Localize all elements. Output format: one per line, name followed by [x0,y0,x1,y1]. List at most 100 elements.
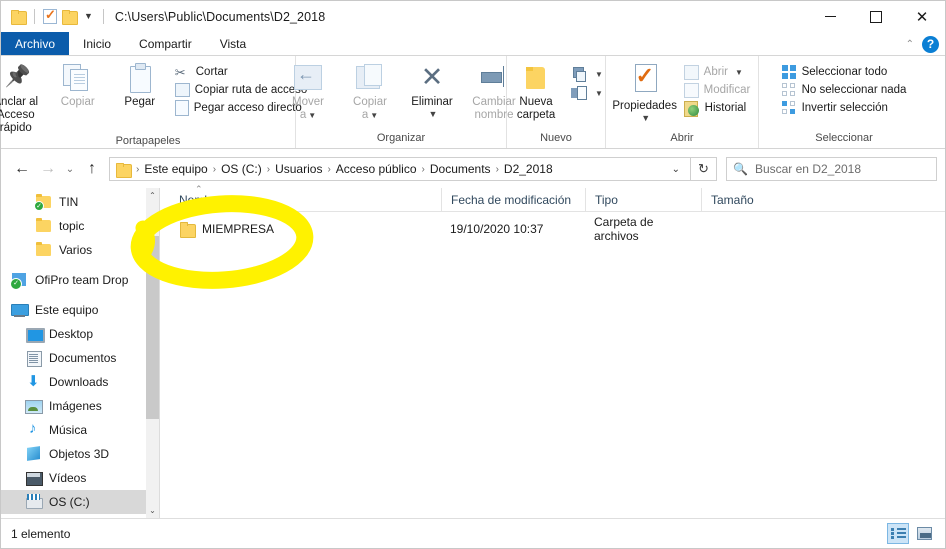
tab-archivo[interactable]: Archivo [1,32,69,56]
pictures-icon [25,398,42,414]
details-view-icon [891,527,906,540]
scroll-down-icon[interactable]: ⌄ [146,503,159,518]
sidebar-item-topic[interactable]: topic [1,214,160,238]
sidebar-item-downloads[interactable]: Downloads [1,370,160,394]
folder-icon [35,242,52,258]
new-folder-icon[interactable] [62,10,77,23]
sidebar-item-este-equipo[interactable]: Este equipo [1,298,160,322]
navigation-scrollbar[interactable]: ⌃ ⌄ [146,188,159,518]
pin-to-quick-access-button[interactable]: Anclar al Acceso rápido [0,60,47,135]
tab-compartir[interactable]: Compartir [125,32,206,56]
button-label: Modificar [704,84,751,96]
ribbon-group-abrir: Propiedades ▼ Abrir ▼ Modificar [606,56,759,148]
easy-access-button[interactable]: ▼ [567,84,607,103]
sidebar-item-varios[interactable]: Varios [1,238,160,262]
scrollbar-thumb[interactable] [146,236,159,419]
recent-locations-button[interactable]: ⌄ [61,156,79,182]
breadcrumb-separator: › [134,164,141,175]
chevron-down-icon[interactable]: ▼ [308,111,316,120]
maximize-button[interactable] [853,1,899,32]
breadcrumb[interactable]: › Este equipo › OS (C:) › Usuarios › Acc… [109,157,691,181]
breadcrumb-item-usuarios[interactable]: Usuarios [272,162,325,176]
sidebar-item-objetos-3d[interactable]: Objetos 3D [1,442,160,466]
column-header-tamano[interactable]: Tamaño [701,188,785,212]
copy-button[interactable]: Copiar [47,60,109,109]
folder-icon [35,218,52,234]
sidebar-item-ofipro-team-drop[interactable]: OfiPro team Drop [1,268,160,292]
up-button[interactable]: ↑ [79,156,105,182]
breadcrumb-item-este-equipo[interactable]: Este equipo [141,162,210,176]
select-all-button[interactable]: Seleccionar todo [778,63,911,81]
group-label-organizar: Organizar [301,132,501,148]
refresh-button[interactable]: ↻ [691,157,717,181]
chevron-down-icon[interactable]: ▼ [735,68,743,77]
navigation-pane: ✓ TIN topic Varios OfiPro team Drop Este… [1,188,160,518]
properties-button[interactable]: Propiedades ▼ [610,60,680,123]
file-name-cell[interactable]: MIEMPRESA [160,216,441,242]
column-header-nombre[interactable]: ⌃ Nombre [160,188,441,212]
button-label: Nueva [519,96,552,109]
chevron-down-icon[interactable]: ▼ [595,89,603,98]
button-label: No seleccionar nada [802,84,907,96]
breadcrumb-separator: › [325,164,332,175]
sidebar-item-documentos[interactable]: Documentos [1,346,160,370]
edit-button[interactable]: Modificar [680,81,755,99]
chevron-down-icon[interactable]: ▼ [595,70,603,79]
file-date-cell: 19/10/2020 10:37 [441,216,585,242]
forward-button[interactable]: → [35,156,61,182]
item-count-label: 1 elemento [11,527,70,541]
chevron-down-icon[interactable]: ▼ [429,109,438,119]
button-label: a [362,109,368,121]
sidebar-item-tin[interactable]: ✓ TIN [1,190,160,214]
group-label-seleccionar: Seleccionar [764,132,924,148]
chevron-up-icon[interactable]: ⌃ [906,39,914,50]
chevron-down-icon[interactable]: ▼ [82,12,95,21]
chevron-down-icon[interactable]: ⌄ [664,164,688,175]
sidebar-item-videos[interactable]: Vídeos [1,466,160,490]
large-icons-view-button[interactable] [913,523,935,544]
history-button[interactable]: Historial [680,99,755,117]
sidebar-item-label: Vídeos [49,471,86,485]
select-none-button[interactable]: No seleccionar nada [778,81,911,99]
properties-icon[interactable] [43,9,57,24]
sidebar-item-label: Varios [59,243,92,257]
column-header-fecha[interactable]: Fecha de modificación [441,188,585,212]
open-button[interactable]: Abrir ▼ [680,63,755,81]
sidebar-item-desktop[interactable]: Desktop [1,322,160,346]
breadcrumb-item-documents[interactable]: Documents [427,162,494,176]
new-item-button[interactable]: ▼ [567,65,607,84]
copy-to-button[interactable]: Copiar a▼ [339,60,401,122]
chevron-down-icon[interactable]: ▼ [641,113,650,123]
tab-inicio[interactable]: Inicio [69,32,125,56]
scroll-up-icon[interactable]: ⌃ [146,188,159,203]
help-icon[interactable]: ? [922,36,939,53]
folder-sync-icon: ✓ [35,194,52,210]
close-button[interactable]: ✕ [899,1,945,32]
breadcrumb-item-os-c[interactable]: OS (C:) [218,162,265,176]
column-header-tipo[interactable]: Tipo [585,188,701,212]
tab-vista[interactable]: Vista [206,32,260,56]
divider [103,9,104,24]
minimize-button[interactable] [807,1,853,32]
sidebar-item-imagenes[interactable]: Imágenes [1,394,160,418]
details-view-button[interactable] [887,523,909,544]
paste-button[interactable]: Pegar [109,60,171,109]
sidebar-item-label: OS (C:) [49,495,90,509]
delete-button[interactable]: ✕ Eliminar ▼ [401,60,463,119]
large-icons-view-icon [917,527,932,540]
sidebar-item-os-c[interactable]: OS (C:) [1,490,160,514]
folder-icon [116,163,131,176]
desktop-icon [25,326,42,342]
sidebar-item-musica[interactable]: Música [1,418,160,442]
breadcrumb-item-d2-2018[interactable]: D2_2018 [501,162,556,176]
back-button[interactable]: ← [9,156,35,182]
search-input[interactable]: 🔍 Buscar en D2_2018 [726,157,937,181]
move-to-button[interactable]: Mover a▼ [277,60,339,122]
table-row[interactable]: MIEMPRESA 19/10/2020 10:37 Carpeta de ar… [160,216,945,242]
new-folder-button[interactable]: Nueva carpeta [505,60,567,122]
folder-icon[interactable] [11,10,26,23]
chevron-down-icon[interactable]: ▼ [370,111,378,120]
invert-selection-button[interactable]: Invertir selección [778,99,911,117]
breadcrumb-item-acceso-publico[interactable]: Acceso público [333,162,420,176]
ribbon-group-organizar: Mover a▼ Copiar a▼ ✕ Eliminar ▼ Cambiar … [296,56,507,148]
